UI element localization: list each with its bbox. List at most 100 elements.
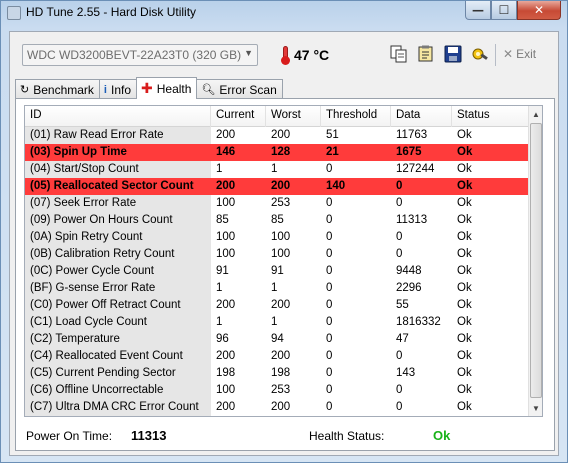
- cell-data: 11313: [396, 214, 428, 226]
- cell-status: Ok: [457, 282, 472, 294]
- table-row[interactable]: (C5) Current Pending Sector 198 198 0 143 Ok: [25, 365, 530, 382]
- table-row[interactable]: (C1) Load Cycle Count 1 1 0 1816332 Ok: [25, 314, 530, 331]
- cell-threshold: 0: [326, 214, 333, 226]
- magnifier-icon: 🔍︎: [201, 84, 216, 96]
- caption-buttons: — ☐ ✕: [465, 1, 561, 21]
- client-area: WDC WD3200BEVT-22A23T0 (320 GB) ▼ 47 °C: [9, 31, 559, 456]
- table-row[interactable]: (BF) G-sense Error Rate 1 1 0 2296 Ok: [25, 280, 530, 297]
- table-row[interactable]: (0B) Calibration Retry Count 100 100 0 0 Ok: [25, 246, 530, 263]
- tab-benchmark[interactable]: ↻ Benchmark: [15, 79, 100, 99]
- exit-button[interactable]: ✕ Exit: [503, 47, 536, 61]
- tab-health[interactable]: ✚ Health: [136, 77, 198, 99]
- health-status-value: Ok: [433, 428, 451, 443]
- cell-threshold: 0: [326, 384, 333, 396]
- cell-status: Ok: [457, 316, 472, 328]
- maximize-icon: ☐: [498, 3, 510, 17]
- cell-status: Ok: [457, 333, 472, 345]
- cell-id: (01) Raw Read Error Rate: [25, 127, 211, 144]
- column-header-worst[interactable]: Worst: [266, 106, 321, 127]
- column-header-id[interactable]: ID: [25, 106, 211, 127]
- cell-threshold: 0: [326, 265, 333, 277]
- table-row[interactable]: (07) Seek Error Rate 100 253 0 0 Ok: [25, 195, 530, 212]
- copy-icon[interactable]: [390, 45, 408, 63]
- table-row[interactable]: (C0) Power Off Retract Count 200 200 0 55 Ok: [25, 297, 530, 314]
- cell-worst: 200: [271, 401, 291, 413]
- table-row[interactable]: (05) Reallocated Sector Count 200 200 140 0 O…: [25, 178, 530, 195]
- cell-threshold: 51: [326, 129, 339, 141]
- cell-worst: 200: [271, 350, 291, 362]
- cell-current: 1: [216, 282, 223, 294]
- cell-status: Ok: [457, 299, 472, 311]
- minimize-button[interactable]: —: [465, 1, 491, 20]
- maximize-button[interactable]: ☐: [491, 1, 517, 20]
- copy-text-icon[interactable]: [417, 45, 435, 63]
- cell-id: (C6) Offline Uncorrectable: [25, 382, 211, 399]
- table-row[interactable]: (C6) Offline Uncorrectable 100 253 0 0 Ok: [25, 382, 530, 399]
- column-header-data[interactable]: Data: [391, 106, 452, 127]
- cell-worst: 1: [271, 282, 278, 294]
- cell-data: 11763: [396, 129, 428, 141]
- column-header-current[interactable]: Current: [211, 106, 266, 127]
- cell-id: (05) Reallocated Sector Count: [30, 180, 194, 192]
- cell-threshold: 0: [326, 163, 333, 175]
- cell-status: Ok: [457, 197, 472, 209]
- table-row[interactable]: (0C) Power Cycle Count 91 91 0 9448 Ok: [25, 263, 530, 280]
- cell-current: 100: [216, 384, 236, 396]
- cell-threshold: 0: [326, 333, 333, 345]
- cell-id: (0A) Spin Retry Count: [25, 229, 211, 246]
- scrollbar-thumb[interactable]: [530, 123, 542, 398]
- cell-current: 100: [216, 197, 236, 209]
- cell-data: 0: [396, 384, 403, 396]
- cell-worst: 200: [271, 180, 291, 192]
- table-row[interactable]: (0A) Spin Retry Count 100 100 0 0 Ok: [25, 229, 530, 246]
- drive-select-value: WDC WD3200BEVT-22A23T0 (320 GB): [27, 48, 242, 62]
- table-header: ID Current Worst Threshold Data Status: [25, 106, 530, 127]
- save-icon[interactable]: [444, 45, 462, 63]
- cell-status: Ok: [457, 248, 472, 260]
- cell-status: Ok: [457, 129, 472, 141]
- cell-threshold: 0: [326, 248, 333, 260]
- cell-status: Ok: [457, 350, 472, 362]
- cell-current: 100: [216, 231, 236, 243]
- cell-data: 0: [396, 401, 403, 413]
- chevron-down-icon[interactable]: ▼: [244, 48, 253, 58]
- cell-current: 91: [216, 265, 229, 277]
- cell-data: 1675: [396, 146, 422, 158]
- column-header-threshold[interactable]: Threshold: [321, 106, 391, 127]
- cell-id: (0B) Calibration Retry Count: [25, 246, 211, 263]
- tab-info[interactable]: i Info: [98, 79, 137, 99]
- vertical-scrollbar[interactable]: ▲ ▼: [528, 106, 542, 416]
- cell-id: (0C) Power Cycle Count: [25, 263, 211, 280]
- scroll-up-icon[interactable]: ▲: [529, 106, 542, 122]
- table-body: (01) Raw Read Error Rate 200 200 51 11763 Ok(…: [25, 127, 530, 416]
- cell-id: (09) Power On Hours Count: [25, 212, 211, 229]
- column-header-status[interactable]: Status: [452, 106, 530, 127]
- cell-current: 100: [216, 248, 236, 260]
- table-row[interactable]: (03) Spin Up Time 146 128 21 1675 Ok: [25, 144, 530, 161]
- table-row[interactable]: (09) Power On Hours Count 85 85 0 11313 Ok: [25, 212, 530, 229]
- title-bar[interactable]: HD Tune 2.55 - Hard Disk Utility — ☐ ✕: [1, 1, 567, 25]
- cell-worst: 198: [271, 367, 291, 379]
- tab-bar: ↻ Benchmark i Info ✚ Health 🔍︎ Error Scan: [15, 77, 283, 99]
- cell-data: 0: [396, 231, 403, 243]
- table-row[interactable]: (04) Start/Stop Count 1 1 0 127244 Ok: [25, 161, 530, 178]
- cell-worst: 200: [271, 129, 291, 141]
- cell-id: (03) Spin Up Time: [30, 146, 127, 158]
- drive-select[interactable]: WDC WD3200BEVT-22A23T0 (320 GB) ▼: [22, 44, 258, 66]
- close-button[interactable]: ✕: [517, 1, 561, 20]
- cell-data: 9448: [396, 265, 422, 277]
- scroll-down-icon[interactable]: ▼: [529, 400, 542, 416]
- tab-error-scan[interactable]: 🔍︎ Error Scan: [196, 79, 283, 99]
- table-row[interactable]: (01) Raw Read Error Rate 200 200 51 11763 Ok: [25, 127, 530, 144]
- cell-data: 127244: [396, 163, 435, 175]
- table-row[interactable]: (C4) Reallocated Event Count 200 200 0 0 Ok: [25, 348, 530, 365]
- options-icon[interactable]: [471, 45, 489, 63]
- table-row[interactable]: (C7) Ultra DMA CRC Error Count 200 200 0 0 Ok: [25, 399, 530, 416]
- minimize-icon: —: [472, 3, 484, 17]
- table-row[interactable]: (C2) Temperature 96 94 0 47 Ok: [25, 331, 530, 348]
- cell-worst: 85: [271, 214, 284, 226]
- smart-table: ID Current Worst Threshold Data Status (…: [24, 105, 543, 417]
- cell-current: 96: [216, 333, 229, 345]
- cell-data: 0: [396, 197, 403, 209]
- cell-id: (C5) Current Pending Sector: [25, 365, 211, 382]
